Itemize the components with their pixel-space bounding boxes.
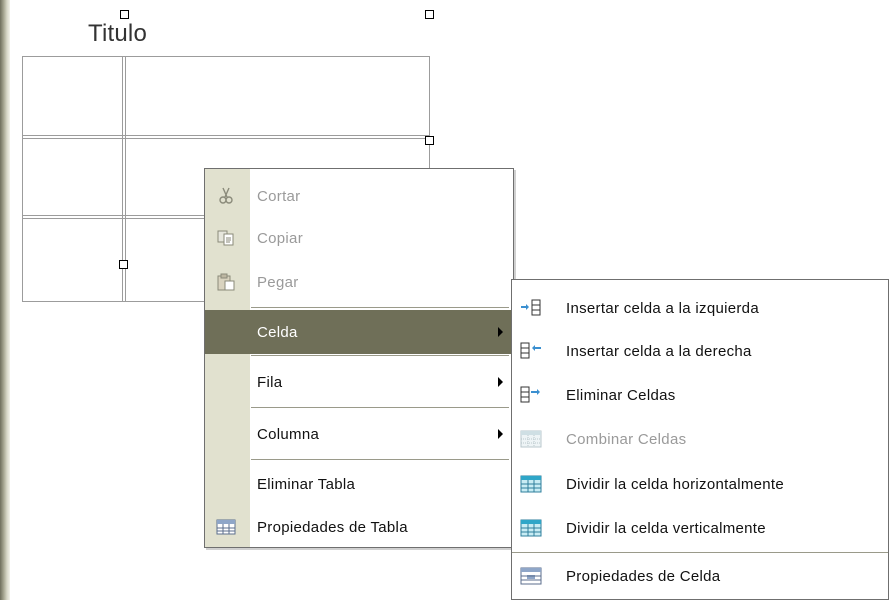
menu-item-delete-table[interactable]: Eliminar Tabla	[205, 463, 513, 505]
submenu-item-label: Eliminar Celdas	[566, 386, 676, 404]
menu-item-label: Copiar	[257, 229, 303, 247]
submenu-item-label: Dividir la celda horizontalmente	[566, 475, 785, 493]
submenu-arrow-icon	[498, 429, 503, 439]
document-title: Titulo	[88, 20, 147, 47]
menu-item-cut[interactable]: Cortar	[205, 179, 513, 213]
submenu-item-split-horizontal[interactable]: Dividir la celda horizontalmente	[512, 464, 888, 504]
submenu-item-insert-cell-left[interactable]: Insertar celda a la izquierda	[512, 288, 888, 328]
delete-cells-icon	[520, 384, 542, 406]
copy-icon	[215, 227, 237, 249]
menu-item-label: Cortar	[257, 187, 301, 205]
table-row-divider	[22, 135, 430, 139]
table-properties-icon	[215, 516, 237, 538]
menu-item-label: Propiedades de Tabla	[257, 518, 408, 536]
menu-item-label: Eliminar Tabla	[257, 475, 356, 493]
submenu-item-label: Insertar celda a la izquierda	[566, 299, 759, 317]
insert-cell-left-icon	[520, 297, 542, 319]
scissors-icon	[215, 185, 237, 207]
menu-separator	[251, 307, 509, 308]
submenu-item-insert-cell-right[interactable]: Insertar celda a la derecha	[512, 331, 888, 371]
submenu-item-split-vertical[interactable]: Dividir la celda verticalmente	[512, 508, 888, 548]
submenu-item-delete-cells[interactable]: Eliminar Celdas	[512, 375, 888, 415]
cell-properties-icon	[520, 565, 542, 587]
resize-handle[interactable]	[119, 260, 128, 269]
menu-separator	[512, 552, 888, 553]
menu-item-label: Columna	[257, 425, 320, 443]
submenu-arrow-icon	[498, 377, 503, 387]
menu-separator	[251, 459, 509, 460]
menu-item-label: Celda	[257, 323, 298, 341]
menu-separator	[251, 407, 509, 408]
menu-item-paste[interactable]: Pegar	[205, 265, 513, 299]
menu-item-copy[interactable]: Copiar	[205, 221, 513, 255]
split-horizontal-icon	[520, 473, 542, 495]
cell-submenu: Insertar celda a la izquierda Insertar c…	[511, 279, 889, 600]
split-vertical-icon	[520, 517, 542, 539]
menu-item-label: Pegar	[257, 273, 299, 291]
submenu-item-merge-cells[interactable]: Combinar Celdas	[512, 419, 888, 459]
menu-item-column[interactable]: Columna	[205, 411, 513, 457]
submenu-item-label: Combinar Celdas	[566, 430, 687, 448]
submenu-item-label: Insertar celda a la derecha	[566, 342, 752, 360]
insert-cell-right-icon	[520, 340, 542, 362]
menu-item-cell[interactable]: Celda	[205, 310, 513, 354]
menu-item-label: Fila	[257, 373, 283, 391]
submenu-item-label: Propiedades de Celda	[566, 567, 721, 585]
paste-icon	[215, 271, 237, 293]
context-menu: Cortar Copiar Pegar Celda Fila Columna E…	[204, 168, 514, 548]
resize-handle[interactable]	[425, 10, 434, 19]
merge-cells-icon	[520, 428, 542, 450]
window-left-border	[0, 0, 10, 600]
submenu-item-cell-properties[interactable]: Propiedades de Celda	[512, 556, 888, 596]
menu-separator	[251, 355, 509, 356]
menu-item-table-properties[interactable]: Propiedades de Tabla	[205, 507, 513, 547]
resize-handle[interactable]	[120, 10, 129, 19]
submenu-arrow-icon	[498, 327, 503, 337]
resize-handle[interactable]	[425, 136, 434, 145]
submenu-item-label: Dividir la celda verticalmente	[566, 519, 766, 537]
menu-item-row[interactable]: Fila	[205, 359, 513, 405]
